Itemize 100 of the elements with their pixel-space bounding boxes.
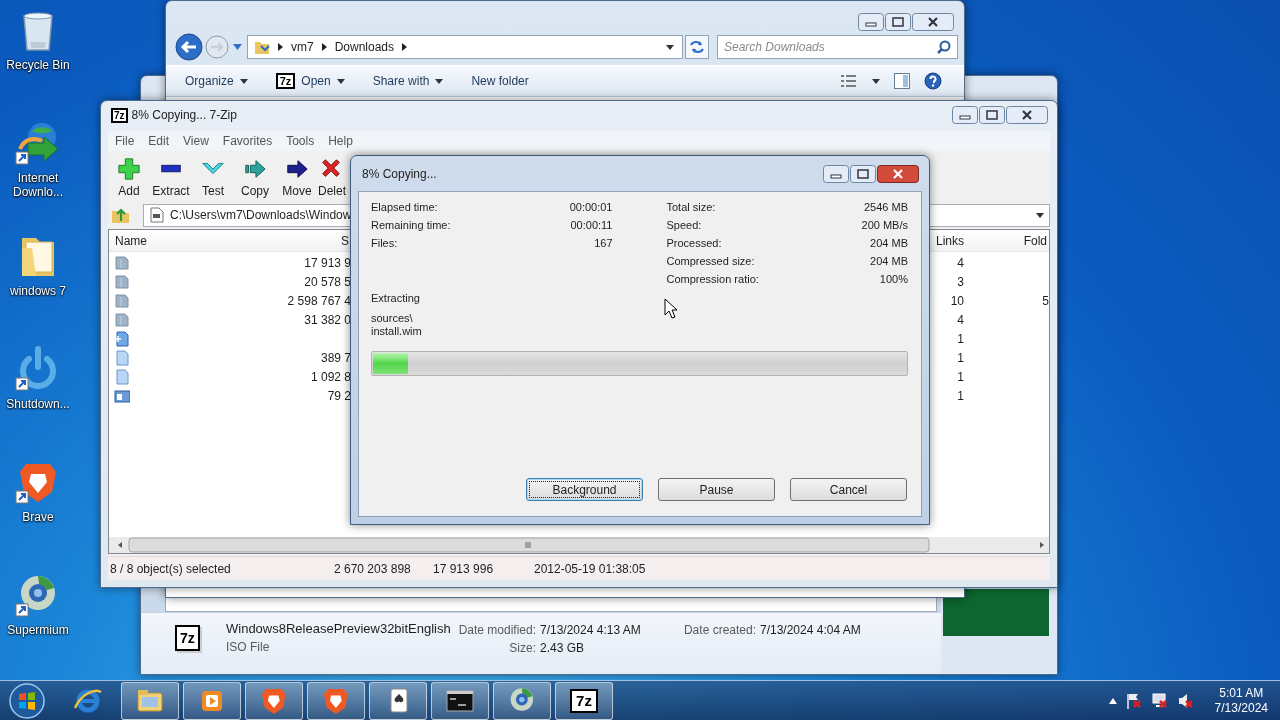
file-path: sources\ [371, 312, 414, 325]
speaker-icon[interactable] [1176, 691, 1195, 710]
desktop-icon[interactable]: Internet Downlo... [0, 119, 76, 199]
status-text: 2 670 203 898 [333, 561, 412, 576]
toolbar-button[interactable]: Add [108, 157, 150, 198]
caret-icon [239, 78, 248, 84]
table-cell-text: 20 578 5 [303, 273, 351, 291]
minimize-button[interactable] [823, 164, 849, 183]
start-button[interactable] [7, 680, 47, 720]
archive-icon: 7z [275, 73, 296, 89]
menu-item[interactable]: Favorites [215, 134, 280, 148]
chevron-icon[interactable] [402, 43, 408, 51]
taskbar-button[interactable] [369, 681, 427, 720]
caret-icon [336, 78, 345, 84]
taskbar-button[interactable] [245, 681, 303, 720]
toolbar-button[interactable]: Organize [178, 70, 255, 92]
column-header[interactable]: Fold [966, 230, 1049, 252]
desktop-icon[interactable]: Supermium [0, 571, 76, 637]
plus-icon [116, 157, 142, 181]
taskbar-button[interactable] [307, 681, 365, 720]
menu-item[interactable]: Help [321, 134, 360, 148]
desktop-icon[interactable]: windows 7 [0, 232, 76, 298]
stat-label: Total size: [666, 201, 716, 213]
network-icon[interactable] [1150, 691, 1169, 710]
table-cell-text: 1 [956, 387, 965, 405]
toolbar-button[interactable]: Share with [365, 70, 451, 92]
arrow-right-icon [242, 157, 268, 181]
flag-icon[interactable] [1124, 691, 1143, 710]
table-cell-text: 1 [956, 368, 965, 386]
taskbar-button[interactable] [183, 681, 241, 720]
table-cell-text: 389 7 [319, 349, 351, 367]
back-button[interactable] [175, 33, 203, 61]
stat-value: 2546 MB [863, 201, 908, 213]
toolbar-button[interactable]: Delet [318, 157, 348, 198]
document-icon [114, 349, 130, 366]
address-bar[interactable]: vm7 Downloads [247, 35, 683, 59]
desktop-icon[interactable]: Recycle Bin [0, 6, 76, 72]
stat-value: 200 MB/s [861, 219, 908, 231]
clock[interactable]: 5:01 AM 7/13/2024 [1210, 685, 1280, 716]
archive-icon: 7z [111, 107, 128, 123]
desktop-icon[interactable]: Brave [0, 458, 76, 524]
caret-icon[interactable] [666, 44, 674, 50]
maximize-button[interactable] [850, 164, 876, 183]
close-button[interactable] [877, 164, 919, 183]
table-cell-text: 4 [956, 254, 965, 272]
help-icon[interactable] [924, 72, 942, 90]
document-icon [114, 368, 130, 385]
close-button[interactable] [912, 12, 954, 31]
search-icon[interactable] [937, 40, 951, 54]
field-value: 2.43 GB [540, 641, 585, 657]
column-header[interactable]: S [271, 230, 351, 252]
desktop-icon[interactable]: Shutdown... [0, 345, 76, 411]
search-field[interactable]: Search Downloads [717, 35, 958, 59]
horizontal-scrollbar[interactable] [109, 537, 1049, 553]
stat-label: Elapsed time: [371, 201, 438, 213]
column-header[interactable]: Name [109, 230, 271, 252]
close-button[interactable] [1006, 106, 1048, 124]
menu-item[interactable]: File [108, 134, 142, 148]
minimize-button[interactable] [858, 12, 884, 31]
view-options-icon[interactable] [840, 74, 858, 88]
stat-value: 100% [879, 273, 908, 285]
caret-icon[interactable] [1036, 212, 1044, 218]
file-path: install.wim [371, 325, 423, 338]
menu-item[interactable]: Edit [141, 134, 177, 148]
dialog-button[interactable]: Background [526, 478, 643, 501]
caret-icon[interactable] [872, 78, 880, 84]
dialog-button[interactable]: Cancel [790, 478, 907, 501]
status-text: 8 / 8 object(s) selected [109, 561, 232, 576]
stat-label: Compression ratio: [666, 273, 759, 285]
toolbar-button[interactable]: Extract [150, 157, 192, 198]
table-cell-text: 10 [949, 292, 965, 310]
maximize-button[interactable] [979, 106, 1005, 124]
stat-value: 167 [594, 237, 613, 249]
menu-item[interactable]: Tools [279, 134, 322, 148]
refresh-button[interactable] [685, 35, 709, 59]
toolbar-button[interactable]: Copy [234, 157, 276, 198]
menu-item[interactable]: View [176, 134, 216, 148]
toolbar-button[interactable]: New folder [464, 70, 536, 92]
table-cell-text: 5 [1041, 292, 1049, 310]
chevron-icon[interactable] [321, 43, 327, 51]
preview-pane-icon[interactable] [894, 73, 910, 89]
table-cell-text: 3 [956, 273, 965, 291]
taskbar-button[interactable]: 7z [555, 681, 613, 720]
dialog-button[interactable]: Pause [658, 478, 775, 501]
breadcrumb-item[interactable]: Downloads [334, 40, 395, 54]
minimize-button[interactable] [952, 106, 978, 124]
taskbar-button[interactable] [431, 681, 489, 720]
toolbar-button[interactable]: 7z Open [268, 69, 352, 93]
status-text: 17 913 996 [432, 561, 495, 576]
field-label: Date created: [682, 623, 756, 639]
breadcrumb-item[interactable]: vm7 [291, 40, 314, 54]
maximize-button[interactable] [885, 12, 911, 31]
archive-icon: 7z [175, 625, 200, 651]
toolbar-button[interactable]: Test [192, 157, 234, 198]
show-hidden-icons-button[interactable] [1108, 697, 1117, 704]
window-icon [114, 387, 130, 404]
chevron-icon[interactable] [278, 43, 283, 51]
stat-label: Remaining time: [371, 219, 451, 231]
toolbar-button[interactable]: Move [276, 157, 318, 198]
caret-icon [435, 78, 444, 84]
